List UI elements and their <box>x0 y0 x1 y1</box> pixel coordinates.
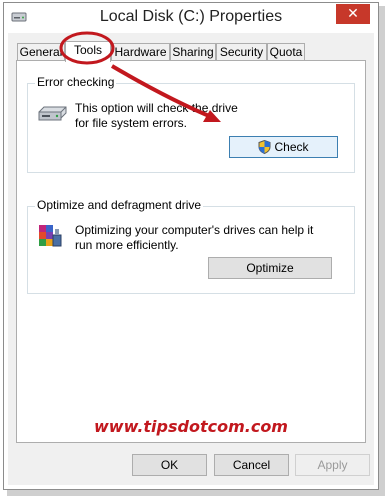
tab-security[interactable]: Security <box>216 43 267 60</box>
error-checking-description: This option will check the drive for fil… <box>75 101 238 130</box>
title-bar[interactable]: Local Disk (C:) Properties ✕ <box>4 3 378 33</box>
tab-sharing[interactable]: Sharing <box>170 43 216 60</box>
uac-shield-icon <box>258 140 271 154</box>
tab-hardware[interactable]: Hardware <box>111 43 170 60</box>
tools-tab-page: Error checking This option will check th… <box>16 60 366 443</box>
optimize-button[interactable]: Optimize <box>208 257 332 279</box>
optimize-title: Optimize and defragment drive <box>35 198 204 212</box>
tab-quota[interactable]: Quota <box>267 43 305 60</box>
tab-tools[interactable]: Tools <box>65 41 111 62</box>
optimize-group: Optimize and defragment drive Optimizing… <box>27 198 355 294</box>
properties-window: Local Disk (C:) Properties ✕ General Too… <box>3 2 379 490</box>
window-title: Local Disk (C:) Properties <box>99 8 283 25</box>
error-checking-group: Error checking This option will check th… <box>27 75 355 173</box>
defrag-icon <box>39 225 62 247</box>
dialog-body: General Tools Hardware Sharing Security … <box>8 33 374 485</box>
optimize-description: Optimizing your computer's drives can he… <box>75 223 314 252</box>
check-button-label: Check <box>274 140 309 154</box>
cancel-button[interactable]: Cancel <box>214 454 289 476</box>
tab-general[interactable]: General <box>17 43 65 60</box>
error-checking-title: Error checking <box>35 75 117 89</box>
site-watermark: www.tipsdotcom.com <box>94 417 288 436</box>
apply-button: Apply <box>295 454 370 476</box>
drive-icon <box>38 106 67 121</box>
close-button[interactable]: ✕ <box>336 4 370 24</box>
ok-button[interactable]: OK <box>132 454 207 476</box>
check-button[interactable]: Check <box>229 136 338 158</box>
